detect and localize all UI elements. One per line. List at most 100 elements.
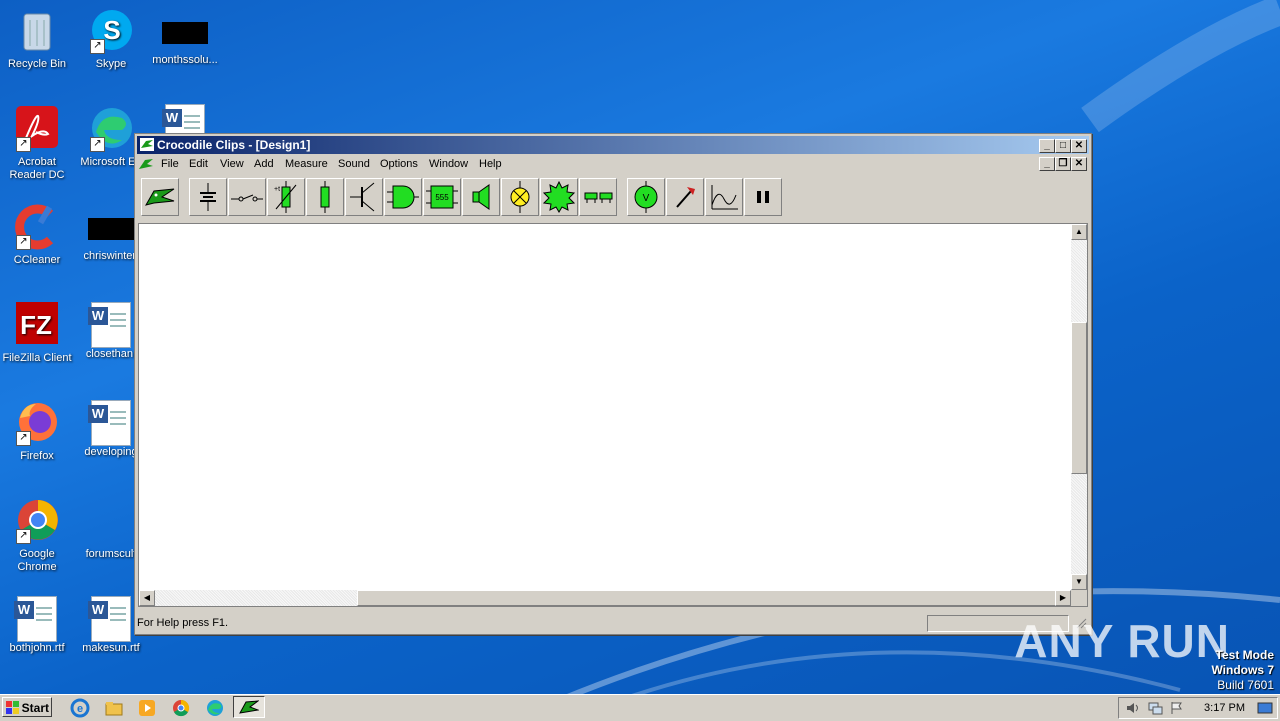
acrobat-icon: ↗ (14, 106, 60, 152)
resistor-button[interactable] (306, 178, 344, 216)
switch-button[interactable] (228, 178, 266, 216)
doc-restore-button[interactable]: ❐ (1055, 157, 1071, 171)
network-icon[interactable] (1147, 701, 1163, 715)
edge-icon: ↗ (88, 106, 134, 152)
minimize-button[interactable]: _ (1039, 139, 1055, 153)
doc-minimize-button[interactable]: _ (1039, 157, 1055, 171)
window-title: Crocodile Clips - [Design1] (157, 138, 311, 152)
status-bar: For Help press F1. (137, 614, 1089, 632)
battery-icon (200, 183, 216, 211)
desktop-icon-chrome[interactable]: ↗ Google Chrome (0, 498, 74, 574)
probe-button[interactable] (666, 178, 704, 216)
firefox-icon: ↗ (14, 400, 60, 446)
pause-button[interactable] (744, 178, 782, 216)
explorer-icon[interactable] (104, 698, 124, 718)
test-mode-line3: Build 7601 (1217, 678, 1274, 692)
word-doc-icon: W (88, 400, 131, 446)
test-mode-line1: Test Mode (1215, 648, 1274, 662)
desktop-icon-skype[interactable]: S ↗ Skype (74, 8, 148, 71)
action-center-flag-icon[interactable] (1169, 701, 1183, 715)
ie-icon[interactable]: e (70, 698, 90, 718)
chip-555-button[interactable]: 555 (423, 178, 461, 216)
chip-label: 555 (435, 193, 449, 202)
system-tray: 3:17 PM (1118, 697, 1278, 719)
menu-view[interactable]: View (220, 155, 244, 173)
menu-help[interactable]: Help (479, 155, 502, 173)
gear-motor-button[interactable] (540, 178, 578, 216)
desktop-icon-recycle-bin[interactable]: Recycle Bin (0, 8, 74, 71)
speaker-button[interactable] (462, 178, 500, 216)
connector-button[interactable] (579, 178, 617, 216)
resistor-icon (320, 181, 330, 213)
recycle-bin-icon (14, 8, 60, 54)
design-canvas[interactable]: ▲ ▼ ◀ ▶ (138, 223, 1088, 607)
desktop-icon-firefox[interactable]: ↗ Firefox (0, 400, 74, 463)
probe-icon (676, 187, 695, 208)
doc-close-button[interactable]: ✕ (1071, 157, 1087, 171)
desktop-icon-filezilla[interactable]: FZ FileZilla Client (0, 302, 74, 365)
and-gate-icon (387, 185, 419, 209)
crocodile-logo-button[interactable] (141, 178, 179, 216)
test-mode-line2: Windows 7 (1211, 663, 1274, 677)
ccleaner-icon: ↗ (14, 204, 60, 250)
horizontal-scrollbar[interactable]: ◀ ▶ (139, 590, 1071, 606)
speaker-icon (472, 184, 490, 210)
graph-button[interactable] (705, 178, 743, 216)
vertical-scroll-thumb[interactable] (1071, 322, 1087, 474)
svg-text:S: S (103, 15, 120, 45)
desktop-icon-label: Skype (95, 58, 127, 70)
skype-icon: S ↗ (88, 8, 134, 54)
status-text: For Help press F1. (137, 617, 229, 629)
desktop-icon-label: Firefox (20, 450, 54, 462)
volume-icon[interactable] (1125, 701, 1141, 715)
desktop-icon-monthssolu[interactable]: monthssolu... (148, 8, 222, 67)
shortcut-arrow-icon: ↗ (90, 137, 105, 152)
desktop-icon-label: Recycle Bin (7, 58, 67, 70)
vertical-scrollbar[interactable]: ▲ ▼ (1071, 224, 1087, 590)
anyrun-watermark: ANY RUN (1014, 615, 1230, 667)
horizontal-scroll-thumb[interactable] (357, 590, 1057, 606)
and-gate-button[interactable] (384, 178, 422, 216)
connector-icon (584, 192, 613, 203)
scroll-down-button[interactable]: ▼ (1071, 574, 1087, 590)
word-doc-icon: W (88, 596, 131, 642)
svg-text:+t: +t (274, 186, 280, 193)
menu-measure[interactable]: Measure (285, 155, 328, 173)
close-button[interactable]: ✕ (1071, 139, 1087, 153)
edge-icon[interactable] (205, 698, 225, 718)
start-label: Start (21, 701, 49, 715)
test-mode-notice: Test Mode Windows 7 Build 7601 (1211, 648, 1274, 693)
battery-button[interactable] (189, 178, 227, 216)
shortcut-arrow-icon: ↗ (90, 39, 105, 54)
desktop-icon-ccleaner[interactable]: ↗ CCleaner (0, 204, 74, 267)
component-toolbar: +t 555 V (137, 176, 1089, 220)
scroll-left-button[interactable]: ◀ (139, 590, 155, 606)
menu-add[interactable]: Add (254, 155, 274, 173)
voltmeter-button[interactable]: V (627, 178, 665, 216)
chrome-icon[interactable] (171, 698, 191, 718)
document-icon[interactable] (138, 157, 154, 171)
menu-file[interactable]: File (161, 155, 179, 173)
menu-window[interactable]: Window (429, 155, 468, 173)
menu-edit[interactable]: Edit (189, 155, 208, 173)
scroll-right-button[interactable]: ▶ (1055, 590, 1071, 606)
start-button[interactable]: Start (2, 697, 52, 717)
crocodile-clips-taskbar-button[interactable] (233, 696, 265, 718)
clock[interactable]: 3:17 PM (1204, 698, 1245, 718)
menu-sound[interactable]: Sound (338, 155, 370, 173)
media-player-icon[interactable] (137, 698, 157, 718)
lamp-button[interactable] (501, 178, 539, 216)
menu-bar: File Edit View Add Measure Sound Options… (137, 155, 1089, 173)
chrome-icon: ↗ (14, 498, 60, 544)
show-desktop-icon[interactable] (1257, 701, 1273, 715)
variable-resistor-button[interactable]: +t (267, 178, 305, 216)
desktop-icon-acrobat[interactable]: ↗ Acrobat Reader DC (0, 106, 74, 182)
title-bar[interactable]: Crocodile Clips - [Design1] _ □ ✕ (137, 136, 1089, 154)
switch-icon (231, 194, 263, 202)
maximize-button[interactable]: □ (1055, 139, 1071, 153)
transistor-button[interactable] (345, 178, 383, 216)
menu-options[interactable]: Options (380, 155, 418, 173)
desktop-icon-bothjohn[interactable]: W bothjohn.rtf (0, 596, 74, 655)
scroll-up-button[interactable]: ▲ (1071, 224, 1087, 240)
redacted-icon (88, 218, 134, 240)
